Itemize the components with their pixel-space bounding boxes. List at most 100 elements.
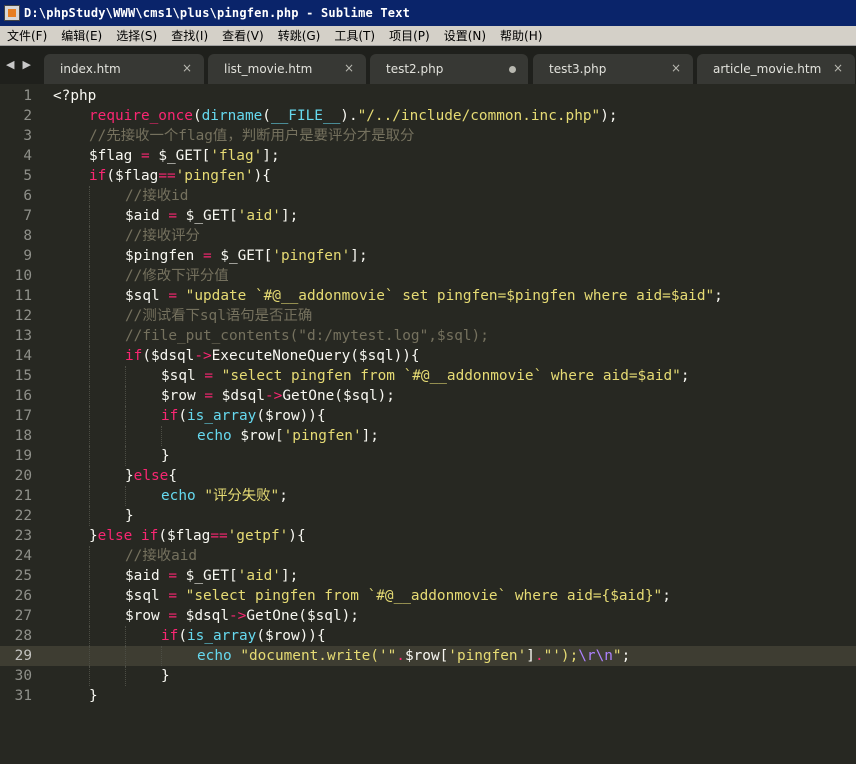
line-number: 2 bbox=[23, 108, 32, 124]
code-line[interactable]: 16 $row = $dsql->GetOne($sql); bbox=[0, 386, 856, 406]
code-line[interactable]: 23}else if($flag=='getpf'){ bbox=[0, 526, 856, 546]
indent-guide bbox=[89, 426, 90, 446]
code-line[interactable]: 12 //测试看下sql语句是否正确 bbox=[0, 306, 856, 326]
code-line[interactable]: 28 if(is_array($row)){ bbox=[0, 626, 856, 646]
code-token: ( bbox=[262, 108, 271, 124]
code-text: if(is_array($row)){ bbox=[161, 626, 326, 646]
tab-article-movie-htm[interactable]: article_movie.htm × bbox=[697, 54, 855, 84]
code-line[interactable]: 22} bbox=[0, 506, 856, 526]
close-icon[interactable]: × bbox=[671, 61, 681, 75]
code-line[interactable]: 13 //file_put_contents("d:/mytest.log",$s… bbox=[0, 326, 856, 346]
close-icon[interactable]: × bbox=[344, 61, 354, 75]
code-text: echo $row['pingfen']; bbox=[197, 426, 379, 446]
code-token: //先接收一个flag值，判断用户是要评分才是取分 bbox=[89, 128, 415, 144]
tab-list-movie-htm[interactable]: list_movie.htm × bbox=[208, 54, 366, 84]
code-line[interactable]: 7 $aid = $_GET['aid']; bbox=[0, 206, 856, 226]
code-line[interactable]: 1 <?php bbox=[0, 86, 856, 106]
code-token: $dsql bbox=[177, 608, 229, 624]
indent-guide bbox=[89, 506, 90, 526]
indent-guide bbox=[89, 266, 90, 286]
line-number: 16 bbox=[14, 388, 32, 404]
menu-tools[interactable]: 工具(T) bbox=[327, 26, 382, 46]
line-number: 29 bbox=[14, 648, 32, 664]
tab-test3-php[interactable]: test3.php × bbox=[533, 54, 693, 84]
menu-find[interactable]: 查找(I) bbox=[164, 26, 215, 46]
code-line[interactable]: 2 require_once(dirname(__FILE__)."/../inc… bbox=[0, 106, 856, 126]
menu-file[interactable]: 文件(F) bbox=[0, 26, 54, 46]
indent-guide bbox=[125, 406, 126, 426]
code-line[interactable]: 11 $sql = "update `#@__addonmovie` set pi… bbox=[0, 286, 856, 306]
code-editor[interactable]: 1 <?php 2 require_once(dirname(__FILE__)."/… bbox=[0, 84, 856, 764]
code-text: } bbox=[125, 506, 134, 526]
tab-scroll-right-icon[interactable]: ▶ bbox=[22, 58, 30, 71]
code-token: $dsql bbox=[213, 388, 265, 404]
code-text: $row = $dsql->GetOne($sql); bbox=[125, 606, 359, 626]
code-line[interactable]: 31} bbox=[0, 686, 856, 706]
line-number: 26 bbox=[14, 588, 32, 604]
code-line[interactable]: 14 if($dsql->ExecuteNoneQuery($sql)){ bbox=[0, 346, 856, 366]
code-token: $row bbox=[161, 388, 205, 404]
code-line[interactable]: 18 echo $row['pingfen']; bbox=[0, 426, 856, 446]
code-token: ); bbox=[600, 108, 618, 124]
indent-guide bbox=[89, 406, 90, 426]
menu-edit[interactable]: 编辑(E) bbox=[54, 26, 109, 46]
close-icon[interactable]: × bbox=[833, 61, 843, 75]
code-token: ]; bbox=[262, 148, 280, 164]
code-line[interactable]: 24 //接收aid bbox=[0, 546, 856, 566]
indent-guide bbox=[125, 386, 126, 406]
code-text: echo "评分失败"; bbox=[161, 486, 288, 506]
code-line[interactable]: 21 echo "评分失败"; bbox=[0, 486, 856, 506]
code-token: } bbox=[125, 508, 134, 524]
code-line[interactable]: 29 echo "document.write('".$row['pingfen'… bbox=[0, 646, 856, 666]
code-text: $sql = "select pingfen from `#@__addonmo… bbox=[161, 366, 690, 386]
code-line[interactable]: 8 //接收评分 bbox=[0, 226, 856, 246]
code-line[interactable]: 10 //修改下评分值 bbox=[0, 266, 856, 286]
code-text: $aid = $_GET['aid']; bbox=[125, 566, 298, 586]
code-line[interactable]: 15 $sql = "select pingfen from `#@__addon… bbox=[0, 366, 856, 386]
code-text: if($flag=='pingfen'){ bbox=[89, 166, 271, 186]
code-line[interactable]: 17 if(is_array($row)){ bbox=[0, 406, 856, 426]
close-icon[interactable]: × bbox=[182, 61, 192, 75]
code-line[interactable]: 19} bbox=[0, 446, 856, 466]
tab-index-htm[interactable]: index.htm × bbox=[44, 54, 204, 84]
code-line[interactable]: 26 $sql = "select pingfen from `#@__addon… bbox=[0, 586, 856, 606]
tab-scroll-left-icon[interactable]: ◀ bbox=[6, 58, 14, 71]
code-token: "评分失败" bbox=[195, 488, 280, 504]
code-token: $aid bbox=[125, 568, 169, 584]
code-line[interactable]: 6 //接收id bbox=[0, 186, 856, 206]
code-token: dirname bbox=[201, 108, 263, 124]
code-line[interactable]: 5 if($flag=='pingfen'){ bbox=[0, 166, 856, 186]
line-number: 25 bbox=[14, 568, 32, 584]
code-token: //接收id bbox=[125, 188, 189, 204]
code-line[interactable]: 25 $aid = $_GET['aid']; bbox=[0, 566, 856, 586]
code-text: //接收id bbox=[125, 186, 188, 206]
code-token: = bbox=[140, 148, 150, 164]
line-number: 9 bbox=[23, 248, 32, 264]
code-token: require_once bbox=[89, 108, 193, 124]
code-token: $sql bbox=[125, 288, 169, 304]
code-line[interactable]: 9 $pingfen = $_GET['pingfen']; bbox=[0, 246, 856, 266]
code-line[interactable]: 3 //先接收一个flag值，判断用户是要评分才是取分 bbox=[0, 126, 856, 146]
code-line[interactable]: 20}else{ bbox=[0, 466, 856, 486]
code-token: } bbox=[125, 468, 134, 484]
code-token: $aid bbox=[125, 208, 169, 224]
tab-test2-php[interactable]: test2.php bbox=[370, 54, 528, 84]
menu-goto[interactable]: 转跳(G) bbox=[271, 26, 328, 46]
menu-selection[interactable]: 选择(S) bbox=[109, 26, 164, 46]
code-token: //file_put_contents("d:/mytest.log",$sql… bbox=[125, 328, 489, 344]
code-line[interactable]: 30} bbox=[0, 666, 856, 686]
menu-help[interactable]: 帮助(H) bbox=[493, 26, 549, 46]
menu-project[interactable]: 项目(P) bbox=[382, 26, 437, 46]
code-line[interactable]: 27 $row = $dsql->GetOne($sql); bbox=[0, 606, 856, 626]
menu-preferences[interactable]: 设置(N) bbox=[437, 26, 493, 46]
code-token: is_array bbox=[187, 408, 257, 424]
indent-guide bbox=[89, 566, 90, 586]
menu-view[interactable]: 查看(V) bbox=[215, 26, 271, 46]
code-line[interactable]: 4 $flag = $_GET['flag']; bbox=[0, 146, 856, 166]
code-token: ; bbox=[621, 648, 631, 664]
line-number: 13 bbox=[14, 328, 32, 344]
code-token: //接收aid bbox=[125, 548, 198, 564]
code-token: = bbox=[168, 608, 177, 624]
unsaved-dot-icon[interactable] bbox=[509, 66, 516, 73]
code-token: //测试看下sql语句是否正确 bbox=[125, 308, 313, 324]
